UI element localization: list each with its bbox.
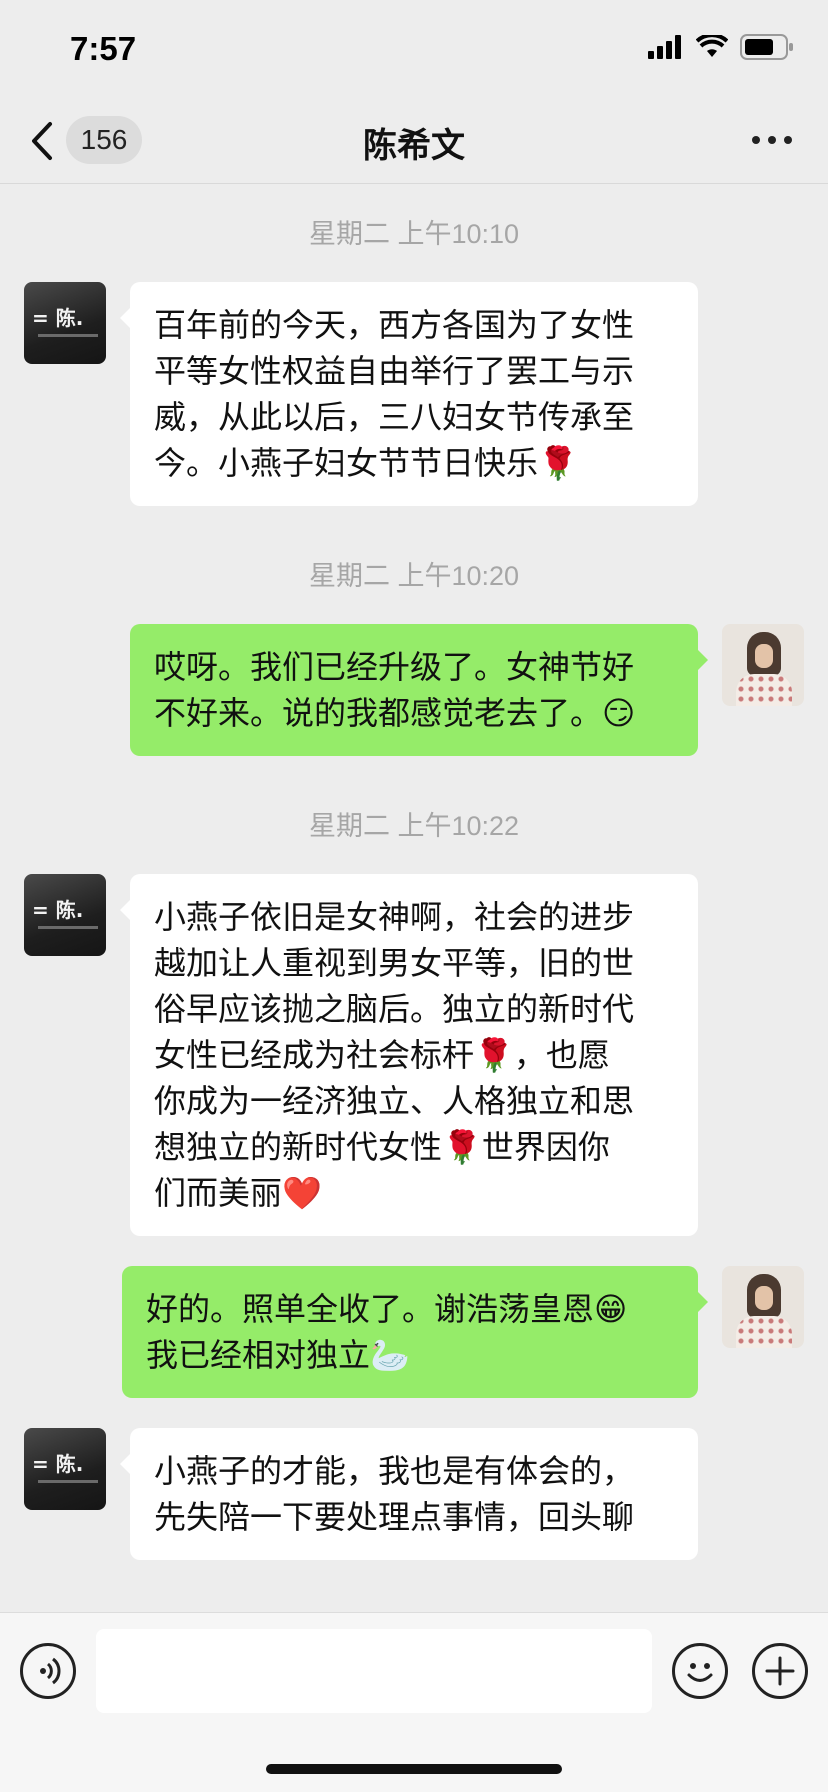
received-message-bubble[interactable]: 小燕子的才能，我也是有体会的， 先失陪一下要处理点事情，回头聊 [120, 1428, 698, 1560]
message-input[interactable] [96, 1629, 652, 1713]
received-message-bubble[interactable]: 百年前的今天，西方各国为了女性 平等女性权益自由举行了罢工与示 威，从此以后，三八妇… [120, 282, 698, 506]
chat-title: 陈希文 [363, 126, 465, 166]
message-timestamp: 星期二 上午10:10 [308, 219, 520, 249]
message-line: 小燕子的才能，我也是有体会的， [154, 1452, 635, 1490]
message-line: 们而美丽❤️ [154, 1174, 322, 1212]
message-line: 女性已经成为社会标杆🌹，也愿 [154, 1036, 610, 1074]
message-timestamp: 星期二 上午10:22 [308, 811, 520, 841]
status-time: 7:57 [70, 30, 137, 67]
home-indicator[interactable] [266, 1764, 562, 1774]
sent-message-bubble[interactable]: 哎呀。我们已经升级了。女神节好 不好来。说的我都感觉老去了。😏 [130, 624, 708, 756]
battery-icon [740, 34, 793, 60]
message-line: 百年前的今天，西方各国为了女性 [154, 306, 635, 344]
message-line: 今。小燕子妇女节节日快乐🌹 [154, 444, 578, 482]
received-message-bubble[interactable]: 小燕子依旧是女神啊，社会的进步 越加让人重视到男女平等，旧的世 俗早应该抛之脑后。独… [120, 874, 698, 1236]
chat-header: 156 陈希文 [0, 98, 828, 184]
message-line: 我已经相对独立🦢 [146, 1336, 410, 1374]
contact-avatar[interactable]: = 陈. [24, 282, 106, 364]
sent-message-bubble[interactable]: 好的。照单全收了。谢浩荡皇恩😁 我已经相对独立🦢 [122, 1266, 708, 1398]
message-line: 哎呀。我们已经升级了。女神节好 [154, 648, 635, 686]
message-line: 好的。照单全收了。谢浩荡皇恩😁 [146, 1290, 628, 1328]
status-icons [648, 34, 794, 60]
signal-icon [648, 35, 681, 59]
message-line: 俗早应该抛之脑后。独立的新时代 [154, 990, 635, 1028]
wifi-icon [696, 35, 728, 57]
my-avatar[interactable] [722, 624, 804, 706]
message-line: 越加让人重视到男女平等，旧的世 [154, 944, 635, 982]
contact-avatar[interactable]: = 陈. [24, 874, 106, 956]
voice-icon[interactable] [20, 1643, 76, 1699]
plus-icon[interactable] [752, 1643, 808, 1699]
message-line: 平等女性权益自由举行了罢工与示 [154, 352, 635, 390]
message-line: 不好来。说的我都感觉老去了。😏 [154, 694, 636, 732]
message-line: 你成为一经济独立、人格独立和思 [154, 1082, 635, 1120]
message-timestamp: 星期二 上午10:20 [308, 561, 520, 591]
message-line: 想独立的新时代女性🌹世界因你 [154, 1128, 610, 1166]
message-line: 先失陪一下要处理点事情，回头聊 [154, 1498, 635, 1536]
my-avatar[interactable] [722, 1266, 804, 1348]
status-bar: 7:57 [0, 0, 828, 98]
more-dots-icon[interactable] [752, 136, 792, 144]
message-line: 威，从此以后，三八妇女节传承至 [154, 398, 635, 436]
smiley-icon[interactable] [672, 1643, 728, 1699]
contact-avatar[interactable]: = 陈. [24, 1428, 106, 1510]
message-line: 小燕子依旧是女神啊，社会的进步 [154, 898, 635, 936]
